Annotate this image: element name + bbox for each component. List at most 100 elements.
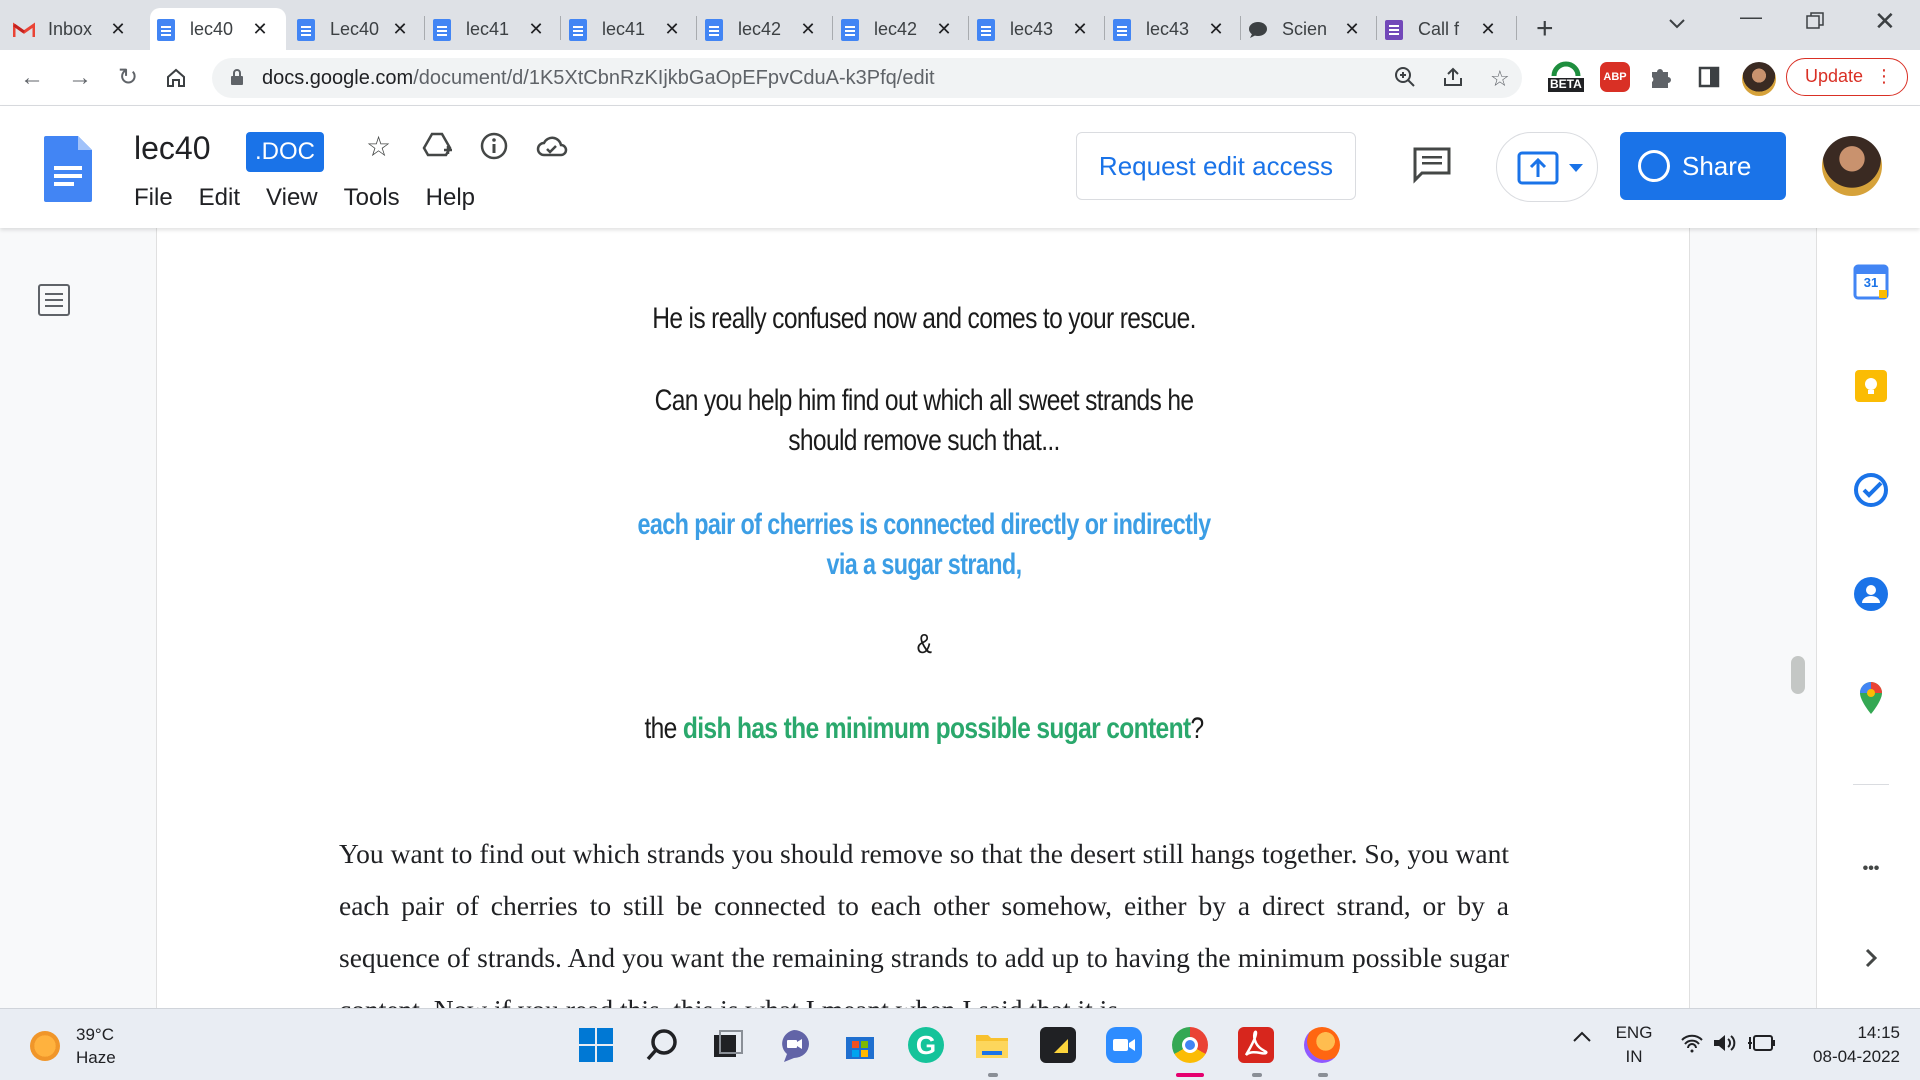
- extensions-puzzle-icon[interactable]: [1648, 64, 1674, 95]
- menu-tools[interactable]: Tools: [344, 184, 400, 212]
- profile-avatar[interactable]: [1742, 62, 1776, 96]
- info-icon[interactable]: [480, 132, 508, 167]
- tab-lec42-a[interactable]: lec42 ✕: [698, 8, 834, 50]
- tab-inbox[interactable]: Inbox ✕: [8, 8, 148, 50]
- battery-icon[interactable]: [1748, 1033, 1776, 1058]
- maps-icon[interactable]: [1853, 680, 1889, 716]
- close-icon[interactable]: ✕: [1206, 19, 1226, 39]
- document-canvas: He is really confused now and comes to y…: [0, 228, 1920, 1008]
- zoom-app-icon[interactable]: [1106, 1027, 1142, 1063]
- update-button[interactable]: Update ⋮: [1786, 58, 1908, 96]
- menu-view[interactable]: View: [266, 184, 318, 212]
- tab-lec40-b[interactable]: Lec40 ✕: [290, 8, 426, 50]
- contacts-icon[interactable]: [1853, 576, 1889, 612]
- restore-icon[interactable]: [1806, 10, 1824, 36]
- show-hidden-icons-chevron-icon[interactable]: [1572, 1029, 1592, 1048]
- file-explorer-icon[interactable]: [974, 1027, 1010, 1063]
- task-view-icon[interactable]: [710, 1027, 746, 1063]
- more-icon[interactable]: •••: [1853, 860, 1889, 896]
- document-title[interactable]: lec40: [134, 130, 211, 167]
- tab-title: lec40: [190, 18, 234, 39]
- grammarly-icon[interactable]: G: [908, 1027, 944, 1063]
- tab-separator: [1376, 16, 1377, 40]
- new-tab-plus-icon[interactable]: +: [1536, 12, 1554, 46]
- clock-time[interactable]: 14:15: [1790, 1023, 1900, 1043]
- close-icon[interactable]: ✕: [526, 19, 546, 39]
- chrome-icon[interactable]: [1172, 1027, 1208, 1063]
- microsoft-store-icon[interactable]: [842, 1027, 878, 1063]
- tab-lec43-b[interactable]: lec43 ✕: [1106, 8, 1242, 50]
- close-icon[interactable]: ✕: [1342, 19, 1362, 39]
- weather-haze-icon[interactable]: [30, 1031, 60, 1061]
- teams-chat-icon[interactable]: [776, 1027, 812, 1063]
- kebab-menu-icon[interactable]: ⋮: [1875, 59, 1893, 94]
- language-indicator-top[interactable]: ENG: [1612, 1023, 1656, 1043]
- close-icon[interactable]: ✕: [250, 19, 270, 39]
- menu-help[interactable]: Help: [426, 184, 475, 212]
- slide-last-post: ?: [1190, 712, 1205, 745]
- side-panel-icon[interactable]: [1698, 66, 1720, 93]
- reload-icon[interactable]: ↻: [110, 60, 146, 96]
- tab-title: Scien: [1282, 18, 1328, 39]
- tab-search-chevron-icon[interactable]: [1668, 10, 1686, 36]
- language-indicator-bottom[interactable]: IN: [1612, 1047, 1656, 1067]
- adblock-icon[interactable]: ABP: [1600, 62, 1630, 92]
- keep-icon[interactable]: [1853, 368, 1889, 404]
- menu-edit[interactable]: Edit: [199, 184, 240, 212]
- tab-lec40-active[interactable]: lec40 ✕: [150, 8, 286, 50]
- window-close-icon[interactable]: ✕: [1874, 6, 1896, 37]
- tab-lec41-b[interactable]: lec41 ✕: [562, 8, 698, 50]
- cloud-saved-icon[interactable]: [536, 134, 568, 166]
- menu-file[interactable]: File: [134, 184, 173, 212]
- chat-icon: [1246, 20, 1270, 40]
- file-type-badge: .DOC: [246, 132, 324, 172]
- document-outline-icon[interactable]: [38, 284, 70, 316]
- windows-start-icon[interactable]: [578, 1027, 614, 1063]
- forward-arrow-icon[interactable]: →: [62, 60, 98, 96]
- user-avatar[interactable]: [1822, 136, 1882, 196]
- close-icon[interactable]: ✕: [390, 19, 410, 39]
- minimize-icon[interactable]: —: [1740, 4, 1762, 30]
- google-docs-logo[interactable]: [42, 134, 94, 204]
- acrobat-running-indicator: [1252, 1073, 1262, 1077]
- comment-history-icon[interactable]: [1412, 146, 1452, 184]
- add-to-drive-icon[interactable]: [422, 132, 454, 167]
- tab-lec43-a[interactable]: lec43 ✕: [970, 8, 1106, 50]
- close-icon[interactable]: ✕: [108, 19, 128, 39]
- search-icon[interactable]: [644, 1027, 680, 1063]
- wifi-icon[interactable]: [1680, 1033, 1704, 1058]
- close-icon[interactable]: ✕: [1478, 19, 1498, 39]
- weather-description[interactable]: Haze: [76, 1048, 116, 1068]
- back-arrow-icon[interactable]: ←: [14, 60, 50, 96]
- sticky-notes-icon[interactable]: [1040, 1027, 1076, 1063]
- expand-panel-chevron-icon[interactable]: [1853, 940, 1889, 976]
- tab-lec42-b[interactable]: lec42 ✕: [834, 8, 970, 50]
- share-button[interactable]: Share: [1620, 132, 1786, 200]
- weather-temperature[interactable]: 39°C: [76, 1025, 114, 1045]
- close-icon[interactable]: ✕: [798, 19, 818, 39]
- close-icon[interactable]: ✕: [934, 19, 954, 39]
- firefox-icon[interactable]: [1304, 1027, 1340, 1063]
- tasks-icon[interactable]: [1853, 472, 1889, 508]
- adobe-acrobat-icon[interactable]: [1238, 1027, 1274, 1063]
- clock-date[interactable]: 08-04-2022: [1790, 1047, 1900, 1067]
- close-icon[interactable]: ✕: [662, 19, 682, 39]
- calendar-icon[interactable]: 31: [1853, 264, 1889, 300]
- request-edit-access-button[interactable]: Request edit access: [1076, 132, 1356, 200]
- zoom-icon[interactable]: [1394, 66, 1416, 94]
- tab-science[interactable]: Scien ✕: [1242, 8, 1378, 50]
- volume-icon[interactable]: [1712, 1033, 1738, 1058]
- close-icon[interactable]: ✕: [1070, 19, 1090, 39]
- vertical-scrollbar-thumb[interactable]: [1791, 656, 1805, 694]
- bookmark-star-icon[interactable]: ☆: [1490, 66, 1510, 92]
- home-icon[interactable]: [158, 60, 194, 96]
- beta-extension-icon[interactable]: BETA: [1546, 60, 1586, 99]
- tab-call[interactable]: Call f ✕: [1378, 8, 1514, 50]
- tab-separator: [424, 16, 425, 40]
- address-bar[interactable]: docs.google.com/document/d/1K5XtCbnRzKIj…: [212, 58, 1522, 98]
- star-icon[interactable]: ☆: [366, 130, 391, 163]
- tab-title: lec41: [602, 18, 646, 39]
- tab-lec41-a[interactable]: lec41 ✕: [426, 8, 562, 50]
- present-button[interactable]: [1496, 132, 1598, 202]
- share-page-icon[interactable]: [1442, 66, 1464, 94]
